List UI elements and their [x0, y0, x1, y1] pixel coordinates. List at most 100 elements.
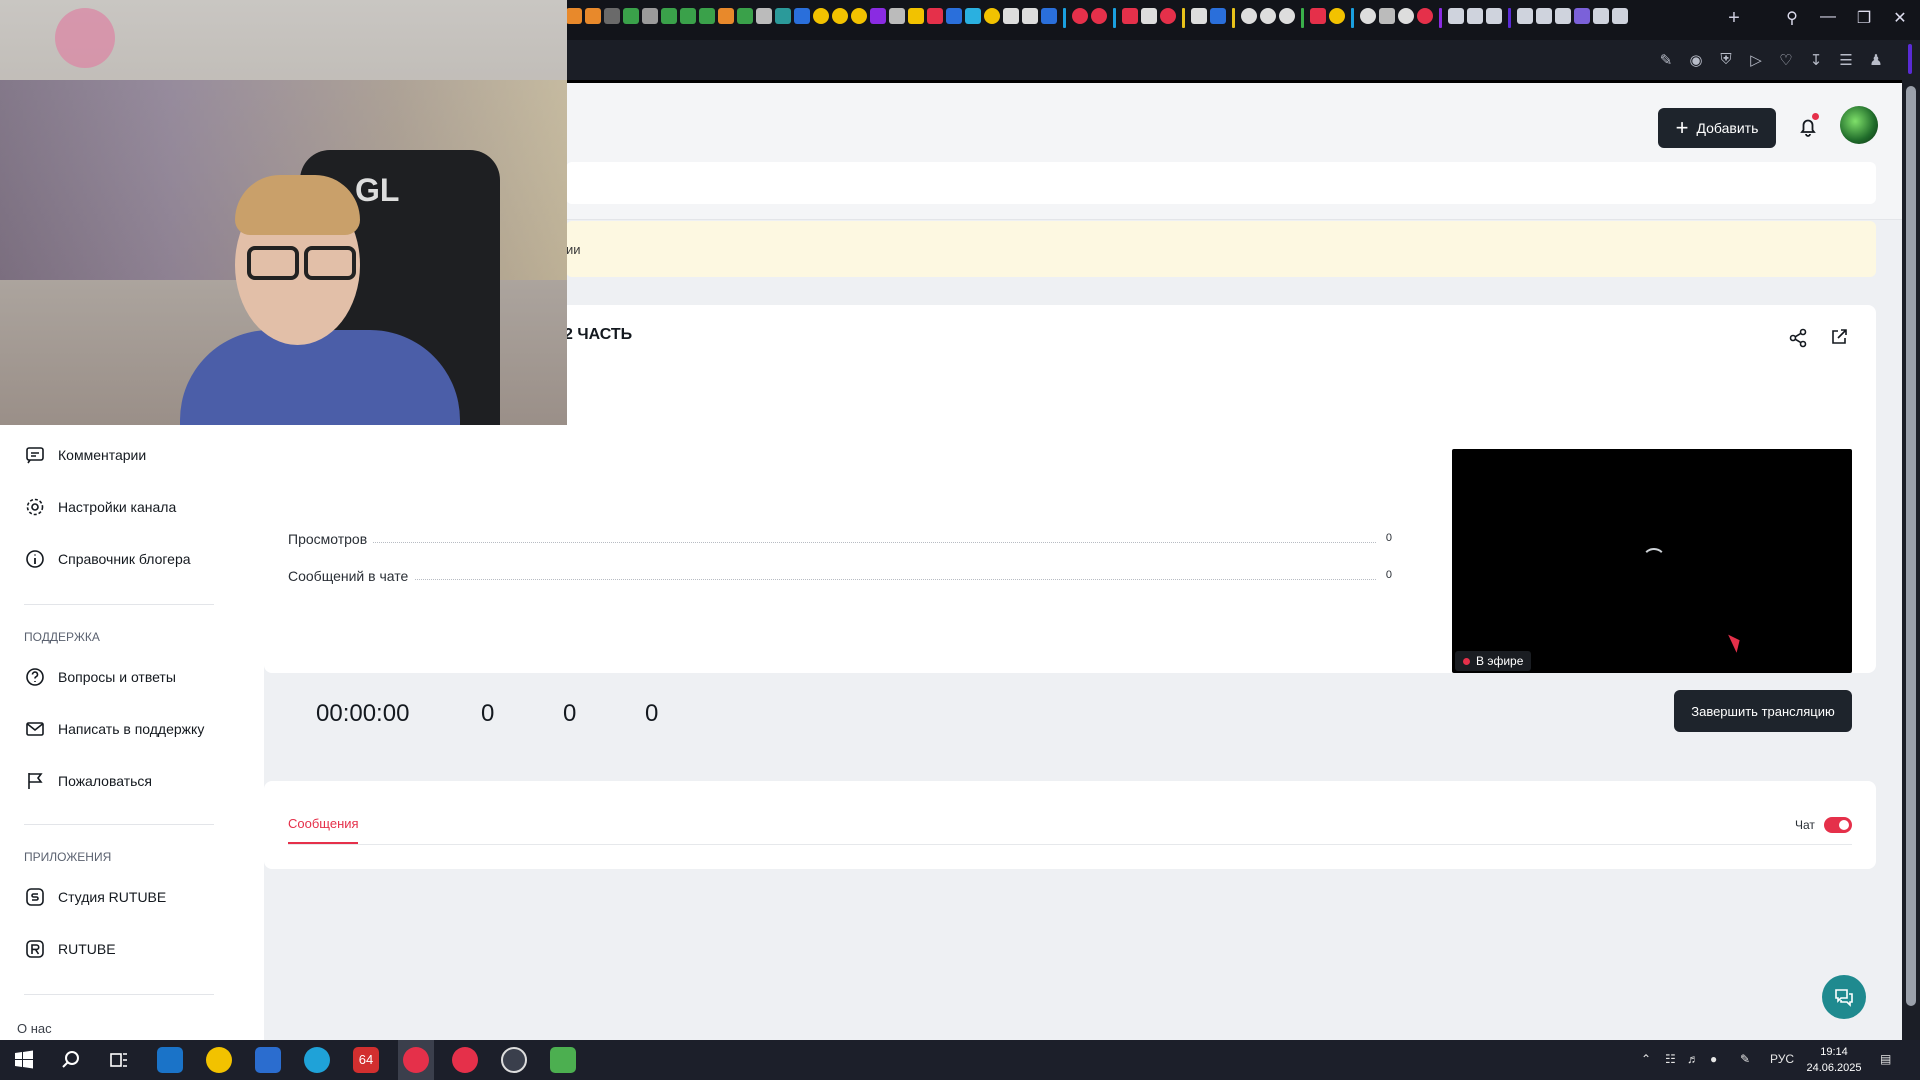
- tab-favicon[interactable]: [1574, 8, 1590, 24]
- tab-favicon[interactable]: [1360, 8, 1376, 24]
- tab-favicon[interactable]: [1041, 8, 1057, 24]
- tab-favicon[interactable]: [1612, 8, 1628, 24]
- tab-favicon[interactable]: [965, 8, 981, 24]
- help-chat-button[interactable]: [1822, 975, 1866, 1019]
- tab-favicon[interactable]: [756, 8, 772, 24]
- minimize-icon[interactable]: —: [1814, 8, 1842, 26]
- search-tabs-icon[interactable]: ⚲: [1778, 8, 1806, 28]
- tab-favicon[interactable]: [1379, 8, 1395, 24]
- tab-favicon[interactable]: [642, 8, 658, 24]
- tab-favicon[interactable]: [661, 8, 677, 24]
- tab-favicon[interactable]: [1091, 8, 1107, 24]
- download-icon[interactable]: ↧: [1806, 51, 1826, 69]
- tab-favicon[interactable]: [680, 8, 696, 24]
- opera-icon[interactable]: [403, 1047, 429, 1073]
- tab-favicon[interactable]: [699, 8, 715, 24]
- tab-favicon[interactable]: [1448, 8, 1464, 24]
- menu-icon[interactable]: ☰: [1836, 51, 1856, 69]
- pen-icon[interactable]: ✎: [1740, 1052, 1750, 1066]
- tab-favicon[interactable]: [623, 8, 639, 24]
- sidebar-item-rutube[interactable]: RUTUBE: [24, 938, 116, 960]
- tray-expand-icon[interactable]: ⌃: [1641, 1052, 1651, 1066]
- tab-favicon[interactable]: [1517, 8, 1533, 24]
- store-icon[interactable]: [255, 1047, 281, 1073]
- tab-favicon[interactable]: [737, 8, 753, 24]
- tab-favicon[interactable]: [718, 8, 734, 24]
- tab-favicon[interactable]: [889, 8, 905, 24]
- minecraft-icon[interactable]: [550, 1047, 576, 1073]
- add-button[interactable]: + Добавить: [1658, 108, 1776, 148]
- tab-favicon[interactable]: [946, 8, 962, 24]
- outlook-icon[interactable]: [157, 1047, 183, 1073]
- tab-favicon[interactable]: [813, 8, 829, 24]
- tab-favicon[interactable]: [1467, 8, 1483, 24]
- volume-icon[interactable]: ♬: [1687, 1052, 1699, 1066]
- edit-icon[interactable]: ✎: [1656, 51, 1676, 69]
- tab-favicon[interactable]: [1536, 8, 1552, 24]
- sidebar-item-report[interactable]: Пожаловаться: [24, 770, 152, 792]
- tab-favicon[interactable]: [566, 8, 582, 24]
- tab-favicon[interactable]: [1329, 8, 1345, 24]
- aida64-icon[interactable]: 64: [353, 1047, 379, 1073]
- tab-favicon[interactable]: [1191, 8, 1207, 24]
- avatar[interactable]: [1840, 106, 1878, 144]
- sidebar-item-rutube-studio[interactable]: Студия RUTUBE: [24, 886, 166, 908]
- tab-favicon[interactable]: [984, 8, 1000, 24]
- tab-favicon[interactable]: [794, 8, 810, 24]
- tab-favicon[interactable]: [1310, 8, 1326, 24]
- sidebar-item-channel-settings[interactable]: Настройки канала: [24, 496, 176, 518]
- footer-about-link[interactable]: О нас: [17, 1021, 52, 1036]
- page-scrollbar-thumb[interactable]: [1906, 86, 1916, 1006]
- profile-icon[interactable]: ♟: [1866, 51, 1886, 69]
- taskbar-clock[interactable]: 19:14 24.06.2025: [1806, 1044, 1862, 1076]
- yandex-browser-icon[interactable]: [452, 1047, 478, 1073]
- tab-favicon[interactable]: [1072, 8, 1088, 24]
- shield-icon[interactable]: ⛨: [1716, 51, 1736, 68]
- share-icon[interactable]: [1788, 328, 1808, 348]
- end-stream-button[interactable]: Завершить трансляцию: [1674, 690, 1852, 732]
- tab-favicon[interactable]: [585, 8, 601, 24]
- tab-favicon[interactable]: [1398, 8, 1414, 24]
- microphone-icon[interactable]: ●: [1710, 1052, 1717, 1066]
- obs-icon[interactable]: [501, 1047, 527, 1073]
- tab-favicon[interactable]: [1486, 8, 1502, 24]
- close-icon[interactable]: ✕: [1886, 8, 1914, 28]
- sidebar-item-contact-support[interactable]: Написать в поддержку: [24, 718, 204, 740]
- windows-start-icon[interactable]: [14, 1050, 34, 1070]
- task-view-icon[interactable]: [109, 1050, 129, 1070]
- sidebar-item-comments[interactable]: Комментарии: [24, 444, 146, 466]
- taskbar-search-icon[interactable]: [61, 1050, 81, 1070]
- restore-icon[interactable]: ❐: [1850, 8, 1878, 28]
- network-icon[interactable]: ☷: [1665, 1052, 1676, 1066]
- sidebar-item-faq[interactable]: Вопросы и ответы: [24, 666, 176, 688]
- notifications-icon[interactable]: ▤: [1880, 1052, 1891, 1066]
- tab-favicon[interactable]: [775, 8, 791, 24]
- camera-icon[interactable]: ◉: [1686, 51, 1706, 69]
- tab-favicon[interactable]: [604, 8, 620, 24]
- tab-favicon[interactable]: [1593, 8, 1609, 24]
- tab-favicon[interactable]: [1555, 8, 1571, 24]
- tab-favicon[interactable]: [1122, 8, 1138, 24]
- tab-favicon[interactable]: [927, 8, 943, 24]
- new-tab-plus-icon[interactable]: +: [1724, 8, 1744, 28]
- language-indicator[interactable]: РУС: [1770, 1052, 1794, 1066]
- tab-favicon[interactable]: [1003, 8, 1019, 24]
- tab-favicon[interactable]: [1241, 8, 1257, 24]
- tab-messages[interactable]: Сообщения: [288, 816, 359, 831]
- heart-icon[interactable]: ♡: [1776, 51, 1796, 69]
- play-icon[interactable]: ▷: [1746, 51, 1766, 69]
- tab-favicon[interactable]: [1141, 8, 1157, 24]
- sidebar-item-blogger-guide[interactable]: Справочник блогера: [24, 548, 191, 570]
- tab-favicon[interactable]: [870, 8, 886, 24]
- tab-favicon[interactable]: [1210, 8, 1226, 24]
- tab-favicon[interactable]: [908, 8, 924, 24]
- tab-favicon[interactable]: [1260, 8, 1276, 24]
- tab-favicon[interactable]: [1160, 8, 1176, 24]
- open-external-icon[interactable]: [1830, 328, 1848, 346]
- tab-favicon[interactable]: [1279, 8, 1295, 24]
- tab-favicon[interactable]: [851, 8, 867, 24]
- tab-favicon[interactable]: [1022, 8, 1038, 24]
- tab-favicon[interactable]: [1417, 8, 1433, 24]
- edge-icon[interactable]: [304, 1047, 330, 1073]
- tab-favicon[interactable]: [832, 8, 848, 24]
